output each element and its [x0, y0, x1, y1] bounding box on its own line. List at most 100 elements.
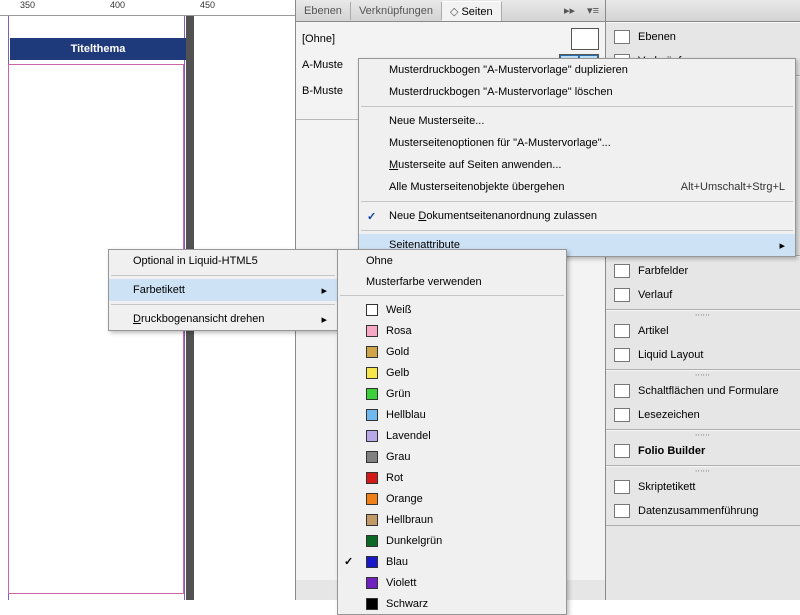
- bookmark-icon: [614, 408, 630, 422]
- menu-label: Neue Dokumentseitenanordnung zulassen: [389, 210, 597, 222]
- menu-color-blau[interactable]: ✓ Blau: [338, 551, 566, 572]
- menu-label: Dunkelgrün: [386, 535, 442, 547]
- menu-label: Musterseite auf Seiten anwenden...: [389, 159, 561, 171]
- master-label: [Ohne]: [302, 33, 571, 45]
- menu-color-rosa[interactable]: Rosa: [338, 320, 566, 341]
- color-swatch-icon: [366, 409, 378, 421]
- color-swatch-icon: [366, 493, 378, 505]
- menu-label: Schwarz: [386, 598, 428, 610]
- panel-tabs: Ebenen Verknüpfungen ◇ Seiten ▸▸ ▾≡: [296, 0, 605, 22]
- menu-label: Musterfarbe verwenden: [366, 276, 482, 288]
- menu-label: Neue Musterseite...: [389, 115, 484, 127]
- menu-label: Gold: [386, 346, 409, 358]
- menu-color-weiß[interactable]: Weiß: [338, 299, 566, 320]
- menu-color-label[interactable]: Farbetikett ▸: [109, 279, 337, 301]
- dock-item-daten[interactable]: Datenzusammenführung: [606, 499, 800, 523]
- menu-delete-master[interactable]: Musterdruckbogen "A-Mustervorlage" lösch…: [359, 81, 795, 103]
- dock-item-skript[interactable]: Skriptetikett: [606, 475, 800, 499]
- dock-item-ebenen[interactable]: Ebenen: [606, 25, 800, 49]
- dock-item-lesezeichen[interactable]: Lesezeichen: [606, 403, 800, 427]
- dock-label: Datenzusammenführung: [638, 505, 758, 517]
- menu-liquid-html5[interactable]: Optional in Liquid-HTML5: [109, 250, 337, 272]
- menu-allow-reorder[interactable]: ✓Neue Dokumentseitenanordnung zulassen: [359, 205, 795, 227]
- menu-label: Farbetikett: [133, 284, 185, 296]
- dock-item-folio[interactable]: Folio Builder: [606, 439, 800, 463]
- menu-label: Grau: [386, 451, 410, 463]
- menu-color-violett[interactable]: Violett: [338, 572, 566, 593]
- menu-color-grün[interactable]: Grün: [338, 383, 566, 404]
- color-swatch-icon: [366, 577, 378, 589]
- submenu-arrow-icon: ▸: [321, 313, 327, 326]
- color-swatch-icon: [366, 535, 378, 547]
- dock-item-liquid[interactable]: Liquid Layout: [606, 343, 800, 367]
- dock-label: Schaltflächen und Formulare: [638, 385, 779, 397]
- menu-label: Blau: [386, 556, 408, 568]
- dock-label: Lesezeichen: [638, 409, 700, 421]
- menu-master-options[interactable]: Musterseitenoptionen für "A-Mustervorlag…: [359, 132, 795, 154]
- menu-color-lavendel[interactable]: Lavendel: [338, 425, 566, 446]
- menu-color-orange[interactable]: Orange: [338, 488, 566, 509]
- menu-color-gold[interactable]: Gold: [338, 341, 566, 362]
- dock-label: Skriptetikett: [638, 481, 695, 493]
- menu-color-hellbraun[interactable]: Hellbraun: [338, 509, 566, 530]
- panel-menu-icon[interactable]: ▾≡: [581, 4, 605, 17]
- color-swatch-icon: [366, 472, 378, 484]
- menu-duplicate-master[interactable]: Musterdruckbogen "A-Mustervorlage" dupli…: [359, 59, 795, 81]
- menu-label: Lavendel: [386, 430, 431, 442]
- tab-seiten[interactable]: ◇ Seiten: [442, 1, 502, 21]
- menu-rotate-spread[interactable]: Druckbogenansicht drehen ▸: [109, 308, 337, 330]
- liquid-icon: [614, 348, 630, 362]
- dock-label: Verlauf: [638, 289, 672, 301]
- datamerge-icon: [614, 504, 630, 518]
- dock-label: Ebenen: [638, 31, 676, 43]
- menu-label: Alle Musterseitenobjekte übergehen: [389, 181, 565, 193]
- menu-label: Orange: [386, 493, 423, 505]
- menu-apply-master[interactable]: Musterseite auf Seiten anwenden...: [359, 154, 795, 176]
- tab-label: Seiten: [461, 6, 492, 18]
- menu-color-grau[interactable]: Grau: [338, 446, 566, 467]
- dock-item-verlauf[interactable]: Verlauf: [606, 283, 800, 307]
- check-icon: ✓: [344, 555, 353, 568]
- color-swatch-icon: [366, 451, 378, 463]
- dock-label: Artikel: [638, 325, 669, 337]
- menu-label: Druckbogenansicht drehen: [133, 313, 264, 325]
- dock-item-artikel[interactable]: Artikel: [606, 319, 800, 343]
- submenu-arrow-icon: ▸: [321, 284, 327, 297]
- menu-override-all[interactable]: Alle Musterseitenobjekte übergehenAlt+Um…: [359, 176, 795, 198]
- context-menu-master: Musterdruckbogen "A-Mustervorlage" dupli…: [358, 58, 796, 257]
- color-swatch-icon: [366, 430, 378, 442]
- menu-label: Violett: [386, 577, 416, 589]
- tab-verknuepfungen[interactable]: Verknüpfungen: [351, 2, 442, 20]
- master-row-none[interactable]: [Ohne]: [302, 26, 599, 52]
- page-title-box[interactable]: Titelthema: [10, 38, 186, 60]
- menu-color-schwarz[interactable]: Schwarz: [338, 593, 566, 614]
- panel-collapse-icon[interactable]: ▸▸: [558, 4, 581, 17]
- menu-color-gelb[interactable]: Gelb: [338, 362, 566, 383]
- menu-label: Musterseitenoptionen für "A-Mustervorlag…: [389, 137, 611, 149]
- menu-color-none[interactable]: Ohne: [338, 250, 566, 271]
- menu-label: Weiß: [386, 304, 411, 316]
- menu-color-dunkelgrün[interactable]: Dunkelgrün: [338, 530, 566, 551]
- menu-color-master[interactable]: Musterfarbe verwenden: [338, 271, 566, 292]
- dock-item-schaltflaechen[interactable]: Schaltflächen und Formulare: [606, 379, 800, 403]
- layers-icon: [614, 30, 630, 44]
- menu-separator: [361, 106, 793, 107]
- menu-color-rot[interactable]: Rot: [338, 467, 566, 488]
- menu-label: Ohne: [366, 255, 393, 267]
- menu-new-master[interactable]: Neue Musterseite...: [359, 110, 795, 132]
- menu-label: Rosa: [386, 325, 412, 337]
- menu-color-hellblau[interactable]: Hellblau: [338, 404, 566, 425]
- color-swatch-icon: [366, 388, 378, 400]
- tab-ebenen[interactable]: Ebenen: [296, 2, 351, 20]
- color-swatch-icon: [366, 346, 378, 358]
- menu-label: Musterdruckbogen "A-Mustervorlage" lösch…: [389, 86, 613, 98]
- script-icon: [614, 480, 630, 494]
- master-thumb: [571, 28, 599, 50]
- dock-item-farbfelder[interactable]: Farbfelder: [606, 259, 800, 283]
- ruler-tick: 400: [110, 0, 125, 10]
- dock-header[interactable]: [606, 0, 800, 22]
- folio-icon: [614, 444, 630, 458]
- menu-separator: [361, 230, 793, 231]
- menu-label: Gelb: [386, 367, 409, 379]
- menu-label: Rot: [386, 472, 403, 484]
